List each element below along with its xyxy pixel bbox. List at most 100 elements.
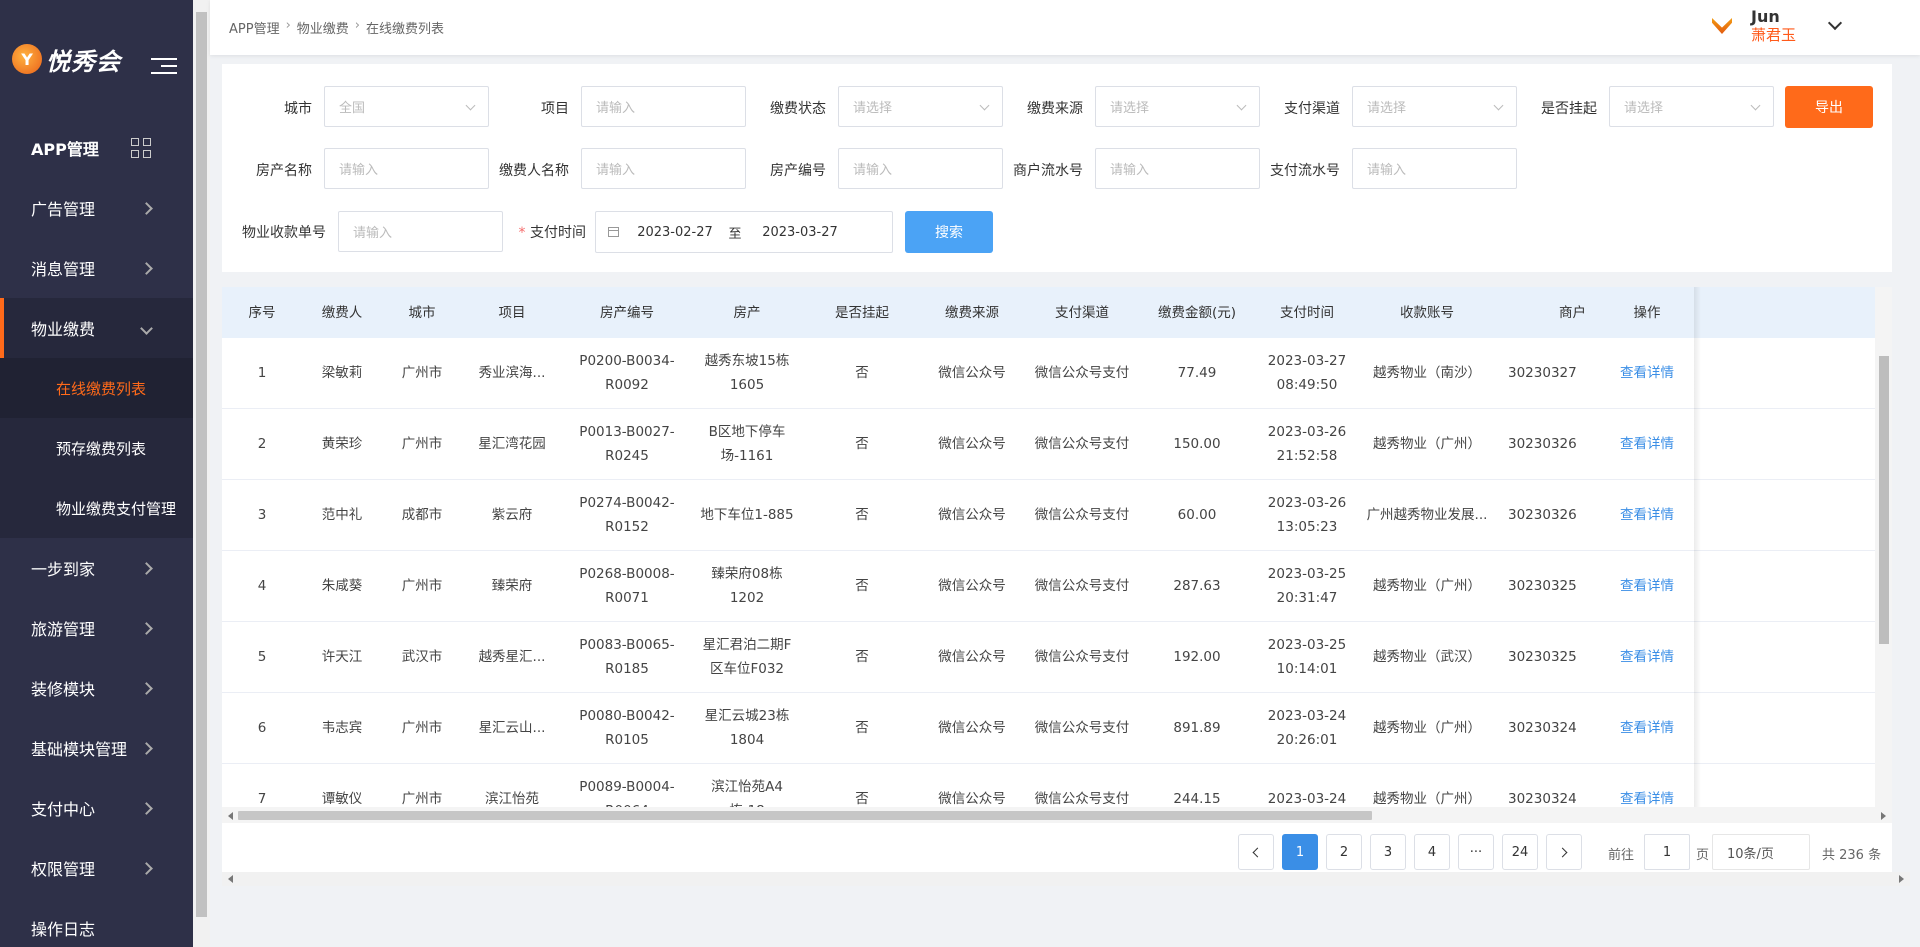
cell-action[interactable]: 查看详情 xyxy=(1592,338,1702,408)
receipt-number-input[interactable]: 请输入 xyxy=(338,211,503,252)
payment-table: 序号 缴费人 城市 项目 房产编号 房产 是否挂起 缴费来源 支付渠道 缴费金额(元) 支付时间 收款… xyxy=(222,287,1892,825)
property-number-input[interactable]: 请输入 xyxy=(838,148,1003,189)
project-input[interactable]: 请输入 xyxy=(581,86,746,127)
sidebar-item-payment-center[interactable]: 支付中心 xyxy=(0,778,193,838)
column-header: 序号 xyxy=(248,304,276,321)
payment-channel-label: 支付渠道 xyxy=(1284,101,1340,117)
date-from[interactable]: 2023-02-27 xyxy=(635,225,715,240)
page-button[interactable]: 2 xyxy=(1326,834,1362,870)
search-button[interactable]: 搜索 xyxy=(905,211,993,253)
goto-page-input[interactable]: 1 xyxy=(1644,834,1690,870)
sidebar-item-property-fee[interactable]: 物业缴费 xyxy=(0,298,193,358)
next-page-button[interactable] xyxy=(1546,834,1582,870)
sidebar-item-home-service[interactable]: 一步到家 xyxy=(0,538,193,598)
cell-channel: 微信公众号支付 xyxy=(1034,649,1130,665)
sidebar-item-label: 广告管理 xyxy=(31,200,96,219)
export-button[interactable]: 导出 xyxy=(1785,86,1873,128)
sidebar-subitem-fee-payment-management[interactable]: 物业缴费支付管理 xyxy=(0,478,193,538)
chevron-right-icon xyxy=(140,741,153,755)
column-header: 缴费金额(元) xyxy=(1157,304,1237,321)
sidebar-item-label: 物业缴费 xyxy=(31,320,96,339)
merchant-serial-input[interactable]: 请输入 xyxy=(1095,148,1260,189)
sidebar-subitem-online-fee-list[interactable]: 在线缴费列表 xyxy=(0,358,193,418)
table-horizontal-scrollbar[interactable] xyxy=(222,807,1892,823)
payment-channel-select[interactable]: 请选择 xyxy=(1352,86,1517,127)
cell-action[interactable]: 查看详情 xyxy=(1592,409,1702,479)
sidebar-item-operation-log[interactable]: 操作日志 xyxy=(0,898,193,947)
page-button[interactable]: 24 xyxy=(1502,834,1538,870)
scrollbar-thumb[interactable] xyxy=(196,12,207,917)
scroll-left-arrow-icon[interactable] xyxy=(228,812,233,820)
cell-action[interactable]: 查看详情 xyxy=(1592,693,1702,763)
cell-source: 微信公众号 xyxy=(938,436,1006,452)
more-pages-button[interactable]: ··· xyxy=(1458,834,1494,870)
sidebar-item-app[interactable]: APP管理 xyxy=(0,118,193,178)
sidebar-scrollbar[interactable] xyxy=(193,0,210,947)
cell-payer: 韦志宾 xyxy=(321,720,363,736)
sidebar-item-travel[interactable]: 旅游管理 xyxy=(0,598,193,658)
cell-action[interactable]: 查看详情 xyxy=(1592,551,1702,621)
column-header: 商户 xyxy=(1559,304,1586,321)
logo-text: 悦秀会 xyxy=(46,46,121,76)
scroll-left-arrow-icon[interactable] xyxy=(228,875,233,883)
placeholder: 请输入 xyxy=(853,163,893,178)
grid-icon xyxy=(131,138,151,158)
cell-city: 广州市 xyxy=(401,365,443,381)
page-size-select[interactable]: 10条/页 xyxy=(1712,834,1810,870)
placeholder: 请输入 xyxy=(596,101,636,116)
breadcrumb-current: 在线缴费列表 xyxy=(366,22,445,37)
column-header: 缴费来源 xyxy=(945,304,999,321)
column-header: 支付渠道 xyxy=(1055,304,1109,321)
cell-property: B区地下停车场-1161 xyxy=(708,424,786,464)
payment-status-select[interactable]: 请选择 xyxy=(838,86,1003,127)
sidebar-item-messages[interactable]: 消息管理 xyxy=(0,238,193,298)
prev-page-button[interactable] xyxy=(1238,834,1274,870)
cell-project: 秀业滨海... xyxy=(478,365,546,381)
user-menu[interactable]: Jun 萧君玉 xyxy=(1704,8,1843,44)
cell-property: 越秀东坡15栋1605 xyxy=(704,353,790,393)
payment-source-select[interactable]: 请选择 xyxy=(1095,86,1260,127)
filter-panel: 城市 全国 项目 请输入 缴费状态 请选择 缴费来源 请选择 支付渠道 请选择 … xyxy=(222,64,1892,272)
payer-name-input[interactable]: 请输入 xyxy=(581,148,746,189)
property-name-input[interactable]: 请输入 xyxy=(324,148,489,189)
cell-account: 越秀物业（广州） xyxy=(1373,578,1481,594)
payment-time-range-picker[interactable]: 2023-02-27 至 2023-03-27 xyxy=(595,211,893,253)
chevron-right-icon: › xyxy=(354,18,360,33)
scroll-right-arrow-icon[interactable] xyxy=(1899,875,1904,883)
scroll-right-arrow-icon[interactable] xyxy=(1881,812,1886,820)
sidebar-item-ads[interactable]: 广告管理 xyxy=(0,178,193,238)
cell-channel: 微信公众号支付 xyxy=(1034,365,1130,381)
breadcrumb-item[interactable]: 物业缴费 xyxy=(297,18,349,37)
cell-index: 4 xyxy=(257,578,267,594)
top-header: APP管理 › 物业缴费 › 在线缴费列表 Jun 萧君玉 xyxy=(210,0,1920,55)
page-horizontal-scrollbar[interactable] xyxy=(222,872,1910,886)
page-button[interactable]: 1 xyxy=(1282,834,1318,870)
cell-project: 星汇云山... xyxy=(478,720,546,736)
payment-serial-input[interactable]: 请输入 xyxy=(1352,148,1517,189)
sidebar-item-base-modules[interactable]: 基础模块管理 xyxy=(0,718,193,778)
column-header: 房产编号 xyxy=(600,304,654,321)
page-button[interactable]: 4 xyxy=(1414,834,1450,870)
cell-action[interactable]: 查看详情 xyxy=(1592,480,1702,550)
scrollbar-thumb[interactable] xyxy=(1879,356,1889,644)
breadcrumb-item[interactable]: APP管理 xyxy=(229,18,280,37)
city-select[interactable]: 全国 xyxy=(324,86,489,127)
table-row: 2 黄荣珍 广州市 星汇湾花园 P0013-B0027-R0245 B区地下停车场-116… xyxy=(222,409,1892,480)
collapse-menu-icon[interactable] xyxy=(151,58,177,76)
scrollbar-thumb[interactable] xyxy=(238,811,1372,820)
chevron-down-icon[interactable] xyxy=(1827,15,1843,31)
cell-channel: 微信公众号支付 xyxy=(1034,436,1130,452)
cell-project: 越秀星汇... xyxy=(478,649,546,665)
suspended-select[interactable]: 请选择 xyxy=(1609,86,1774,127)
sidebar-item-permissions[interactable]: 权限管理 xyxy=(0,838,193,898)
cell-action[interactable]: 查看详情 xyxy=(1592,622,1702,692)
sidebar-item-decoration[interactable]: 装修模块 xyxy=(0,658,193,718)
cell-pay-time: 2023-03-24 20:26:01 xyxy=(1267,708,1347,748)
cell-merchant: 30230325 xyxy=(1508,578,1577,594)
sidebar-subitem-prepaid-fee-list[interactable]: 预存缴费列表 xyxy=(0,418,193,478)
cell-property-number: P0013-B0027-R0245 xyxy=(579,424,675,464)
page-button[interactable]: 3 xyxy=(1370,834,1406,870)
date-to[interactable]: 2023-03-27 xyxy=(755,225,845,240)
payment-time-label-text: 支付时间 xyxy=(530,225,586,241)
table-vertical-scrollbar[interactable] xyxy=(1875,287,1892,807)
